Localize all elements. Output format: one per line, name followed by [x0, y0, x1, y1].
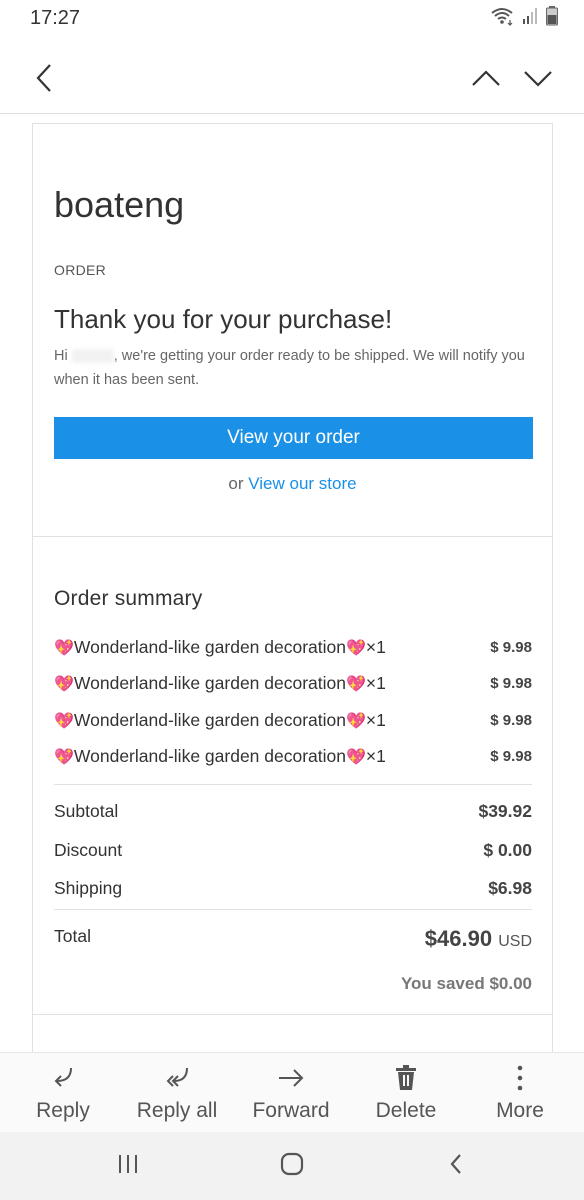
reply-all-button[interactable]: Reply all: [122, 1053, 232, 1133]
sparkling-heart-icon: 💖: [346, 749, 366, 767]
signal-icon: [522, 7, 540, 30]
sparkling-heart-icon: 💖: [54, 749, 74, 767]
sparkling-heart-icon: 💖: [346, 676, 366, 694]
delete-label: Delete: [375, 1099, 437, 1122]
discount-label: Discount: [54, 840, 123, 860]
forward-button[interactable]: Forward: [236, 1053, 346, 1133]
item-qty: ×1: [365, 673, 386, 694]
previous-email-button[interactable]: [466, 60, 506, 100]
sparkling-heart-icon: 💖: [54, 712, 74, 730]
shop-name: boateng: [54, 184, 185, 225]
item-qty: ×1: [365, 709, 386, 730]
wifi-icon: [490, 6, 516, 31]
total-currency: USD: [498, 933, 532, 950]
totals-divider: [54, 909, 532, 910]
email-action-bar: Reply Reply all Forward Delete More: [0, 1052, 584, 1132]
item-name: Wonderland-like garden decoration: [73, 746, 346, 767]
back-button[interactable]: [24, 60, 64, 100]
sparkling-heart-icon: 💖: [346, 712, 366, 730]
trash-icon: [394, 1065, 418, 1091]
email-body[interactable]: boateng ORDER Thank you for your purchas…: [0, 114, 584, 1052]
order-item: 💖Wonderland-like garden decoration💖×1 $ …: [54, 666, 532, 703]
sparkling-heart-icon: 💖: [54, 639, 74, 657]
system-back-button[interactable]: [426, 1146, 486, 1186]
item-name: Wonderland-like garden decoration: [73, 709, 346, 730]
item-name: Wonderland-like garden decoration: [73, 636, 346, 657]
notice-text: , we're getting your order ready to be s…: [54, 348, 525, 388]
home-button[interactable]: [262, 1146, 322, 1186]
chevron-left-icon: [34, 62, 54, 99]
status-time: 17:27: [30, 7, 81, 29]
battery-icon: [546, 6, 558, 31]
order-item: 💖Wonderland-like garden decoration💖×1 $ …: [54, 739, 532, 776]
reply-all-icon: [161, 1065, 193, 1091]
more-vertical-icon: [516, 1065, 524, 1091]
discount-value: $ 0.00: [483, 840, 532, 860]
total-label: Total: [54, 926, 91, 946]
section-divider: [33, 1014, 552, 1015]
shipping-label: Shipping: [54, 878, 123, 898]
recents-icon: [117, 1153, 139, 1180]
redacted-name: [71, 349, 114, 364]
email-card: boateng ORDER Thank you for your purchas…: [32, 123, 553, 1052]
item-price: $ 9.98: [490, 748, 532, 766]
home-icon: [280, 1152, 304, 1181]
item-description: 💖Wonderland-like garden decoration💖×1: [54, 746, 386, 767]
chevron-up-icon: [471, 69, 501, 92]
item-description: 💖Wonderland-like garden decoration💖×1: [54, 637, 386, 658]
reply-all-label: Reply all: [136, 1099, 218, 1122]
order-item: 💖Wonderland-like garden decoration💖×1 $ …: [54, 702, 532, 739]
item-name: Wonderland-like garden decoration: [73, 673, 346, 694]
subtotal-label: Subtotal: [54, 801, 119, 821]
item-qty: ×1: [365, 746, 386, 767]
order-item: 💖Wonderland-like garden decoration💖×1 $ …: [54, 629, 532, 666]
view-store-link[interactable]: View our store: [248, 474, 356, 493]
section-divider: [33, 536, 552, 537]
items-divider: [54, 784, 532, 785]
app-bar: [0, 40, 584, 114]
delete-button[interactable]: Delete: [351, 1053, 461, 1133]
chevron-down-icon: [523, 69, 553, 92]
more-button[interactable]: More: [465, 1053, 575, 1133]
order-notice: Hi , we're getting your order ready to b…: [54, 344, 534, 392]
back-icon: [448, 1152, 464, 1181]
store-link-line: or View our store: [33, 474, 552, 494]
thank-you-heading: Thank you for your purchase!: [54, 304, 393, 334]
reply-icon: [49, 1065, 77, 1091]
recents-button[interactable]: [98, 1146, 158, 1186]
status-icons: [490, 6, 558, 31]
order-label: ORDER: [54, 262, 107, 278]
view-order-button[interactable]: View your order: [54, 417, 533, 459]
shipping-row: Shipping $6.98: [54, 878, 532, 899]
subtotal-value: $39.92: [478, 801, 532, 821]
saved-amount: You saved $0.00: [400, 974, 532, 993]
forward-icon: [276, 1065, 306, 1091]
reply-button[interactable]: Reply: [8, 1053, 118, 1133]
item-price: $ 9.98: [490, 675, 532, 693]
sparkling-heart-icon: 💖: [54, 676, 74, 694]
notice-greeting: Hi: [54, 348, 68, 364]
next-email-button[interactable]: [518, 60, 558, 100]
forward-label: Forward: [252, 1099, 330, 1122]
system-nav-bar: [0, 1132, 584, 1200]
total-amount: $46.90 USD: [425, 926, 532, 952]
order-summary-title: Order summary: [54, 587, 203, 610]
discount-row: Discount $ 0.00: [54, 840, 532, 861]
status-bar: 17:27: [0, 0, 584, 40]
shipping-value: $6.98: [488, 878, 532, 898]
total-row: Total $46.90 USD: [54, 926, 532, 952]
item-price: $ 9.98: [490, 711, 532, 729]
or-text: or: [228, 474, 244, 493]
item-price: $ 9.98: [490, 638, 532, 656]
reply-label: Reply: [36, 1099, 90, 1122]
item-description: 💖Wonderland-like garden decoration💖×1: [54, 673, 386, 694]
subtotal-row: Subtotal $39.92: [54, 801, 532, 822]
sparkling-heart-icon: 💖: [346, 639, 366, 657]
total-value: $46.90: [424, 926, 493, 951]
more-label: More: [496, 1099, 544, 1122]
item-qty: ×1: [365, 636, 386, 657]
order-items: 💖Wonderland-like garden decoration💖×1 $ …: [54, 629, 532, 775]
item-description: 💖Wonderland-like garden decoration💖×1: [54, 710, 386, 731]
